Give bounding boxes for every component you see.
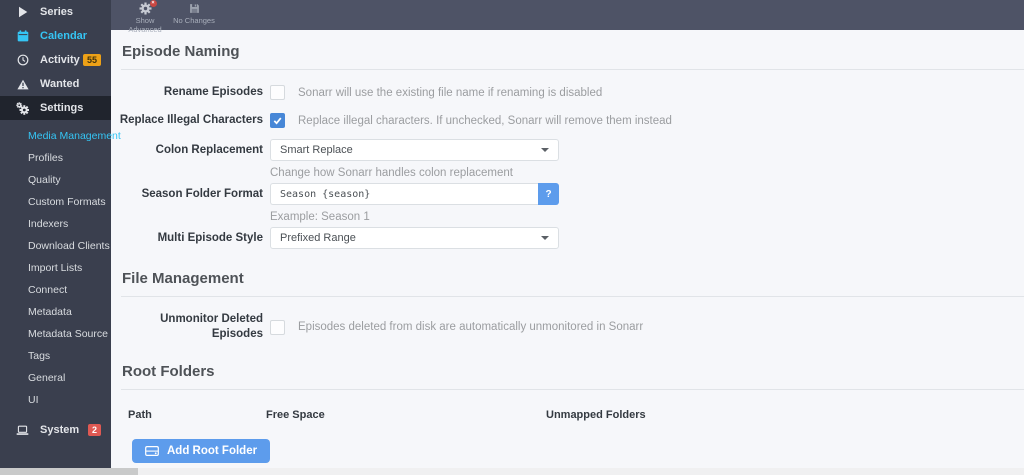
sidebar-item-calendar[interactable]: Calendar bbox=[0, 24, 111, 48]
subnav-item-import-lists[interactable]: Import Lists bbox=[0, 257, 111, 279]
file-management-section-title: File Management bbox=[121, 249, 1024, 297]
unmonitor-deleted-episodes-label: Unmonitor Deleted Episodes bbox=[160, 313, 263, 340]
subnav-item-ui[interactable]: UI bbox=[0, 389, 111, 411]
sonarr-settings-page: Series Calendar Activity 55 Wanted Setti… bbox=[0, 0, 1024, 475]
advanced-off-badge-icon: × bbox=[149, 0, 157, 7]
calendar-icon bbox=[16, 30, 29, 42]
subnav-item-media-management[interactable]: Media Management bbox=[0, 125, 121, 147]
warning-triangle-icon bbox=[16, 79, 29, 90]
sidebar-item-label: Calendar bbox=[40, 30, 88, 42]
replace-illegal-characters-row: Replace Illegal Characters Replace illeg… bbox=[111, 113, 1024, 128]
save-icon bbox=[189, 2, 200, 15]
subnav-item-connect[interactable]: Connect bbox=[0, 279, 111, 301]
clock-icon bbox=[16, 54, 29, 66]
colon-replacement-select[interactable]: Smart Replace bbox=[270, 139, 559, 161]
format-help-button[interactable]: ? bbox=[538, 183, 559, 205]
unmonitor-deleted-episodes-checkbox[interactable] bbox=[270, 319, 285, 335]
chevron-down-icon bbox=[541, 236, 549, 240]
sidebar-item-label: Wanted bbox=[40, 78, 80, 90]
activity-count-badge: 55 bbox=[82, 54, 101, 66]
gear-icon: × bbox=[139, 0, 157, 15]
sidebar-item-series[interactable]: Series bbox=[0, 0, 111, 24]
page-toolbar: × Show Advanced No Changes bbox=[111, 0, 1024, 34]
check-icon bbox=[273, 117, 282, 125]
rename-episodes-checkbox[interactable] bbox=[270, 85, 285, 100]
colon-replacement-label: Colon Replacement bbox=[155, 144, 263, 156]
episode-naming-section-title: Episode Naming bbox=[121, 30, 1024, 70]
replace-illegal-characters-checkbox[interactable] bbox=[270, 113, 285, 128]
toolbar-button-label: No Changes bbox=[173, 16, 215, 25]
root-folders-header-row: Path Free Space Unmapped Folders bbox=[128, 409, 1024, 421]
save-changes-button[interactable]: No Changes bbox=[173, 2, 215, 25]
column-header-unmapped-folders: Unmapped Folders bbox=[546, 409, 646, 421]
unmonitor-deleted-episodes-help: Episodes deleted from disk are automatic… bbox=[298, 321, 644, 333]
replace-illegal-characters-help: Replace illegal characters. If unchecked… bbox=[298, 114, 672, 127]
sidebar: Series Calendar Activity 55 Wanted Setti… bbox=[0, 0, 121, 468]
sidebar-item-wanted[interactable]: Wanted bbox=[0, 72, 111, 96]
unmonitor-deleted-episodes-row: Unmonitor Deleted Episodes Episodes dele… bbox=[111, 312, 1024, 342]
multi-episode-style-label: Multi Episode Style bbox=[157, 232, 263, 244]
settings-subnav: Media Management Profiles Quality Custom… bbox=[0, 120, 121, 413]
settings-content: Episode Naming Rename Episodes Sonarr wi… bbox=[111, 30, 1024, 468]
horizontal-scrollbar-thumb[interactable] bbox=[0, 468, 138, 475]
drive-icon bbox=[145, 445, 159, 457]
rename-episodes-row: Rename Episodes Sonarr will use the exis… bbox=[111, 85, 1024, 100]
system-count-badge: 2 bbox=[87, 424, 101, 436]
colon-replacement-row: Colon Replacement Smart Replace Change h… bbox=[111, 139, 1024, 179]
add-root-folder-label: Add Root Folder bbox=[167, 445, 258, 457]
subnav-item-custom-formats[interactable]: Custom Formats bbox=[0, 191, 111, 213]
subnav-item-metadata[interactable]: Metadata bbox=[0, 301, 111, 323]
rename-episodes-help: Sonarr will use the existing file name i… bbox=[298, 86, 603, 99]
subnav-item-indexers[interactable]: Indexers bbox=[0, 213, 111, 235]
sidebar-item-label: System bbox=[40, 424, 80, 436]
season-folder-format-help: Example: Season 1 bbox=[270, 211, 370, 223]
season-folder-format-input[interactable] bbox=[270, 183, 538, 205]
season-folder-format-row: Season Folder Format ? Example: Season 1 bbox=[111, 183, 1024, 223]
subnav-item-profiles[interactable]: Profiles bbox=[0, 147, 111, 169]
subnav-item-tags[interactable]: Tags bbox=[0, 345, 111, 367]
toolbar-button-label: Show Advanced bbox=[128, 16, 162, 35]
column-header-free-space: Free Space bbox=[266, 409, 325, 421]
chevron-down-icon bbox=[541, 148, 549, 152]
colon-replacement-help: Change how Sonarr handles colon replacem… bbox=[270, 167, 513, 179]
show-advanced-button[interactable]: × Show Advanced bbox=[124, 0, 166, 35]
sidebar-item-label: Settings bbox=[40, 102, 84, 114]
horizontal-scrollbar[interactable] bbox=[0, 468, 1024, 475]
laptop-icon bbox=[16, 425, 29, 436]
multi-episode-style-select[interactable]: Prefixed Range bbox=[270, 227, 559, 249]
subnav-item-quality[interactable]: Quality bbox=[0, 169, 111, 191]
multi-episode-style-row: Multi Episode Style Prefixed Range bbox=[111, 227, 1024, 249]
replace-illegal-characters-label: Replace Illegal Characters bbox=[119, 114, 263, 126]
sidebar-item-activity[interactable]: Activity 55 bbox=[0, 48, 111, 72]
play-icon bbox=[16, 6, 29, 18]
colon-replacement-value: Smart Replace bbox=[280, 144, 353, 156]
gears-icon bbox=[16, 101, 29, 115]
rename-episodes-label: Rename Episodes bbox=[163, 86, 263, 98]
subnav-item-general[interactable]: General bbox=[0, 367, 111, 389]
sidebar-item-label: Series bbox=[40, 6, 74, 18]
column-header-path: Path bbox=[128, 409, 152, 421]
sidebar-item-label: Activity bbox=[40, 54, 80, 66]
subnav-item-download-clients[interactable]: Download Clients bbox=[0, 235, 111, 257]
multi-episode-style-value: Prefixed Range bbox=[280, 232, 356, 244]
add-root-folder-button[interactable]: Add Root Folder bbox=[132, 439, 271, 463]
root-folders-section-title: Root Folders bbox=[121, 342, 1024, 390]
season-folder-format-label: Season Folder Format bbox=[141, 188, 263, 200]
subnav-item-metadata-source[interactable]: Metadata Source bbox=[0, 323, 111, 345]
sidebar-item-settings[interactable]: Settings bbox=[0, 96, 111, 120]
sidebar-item-system[interactable]: System 2 bbox=[0, 418, 111, 442]
